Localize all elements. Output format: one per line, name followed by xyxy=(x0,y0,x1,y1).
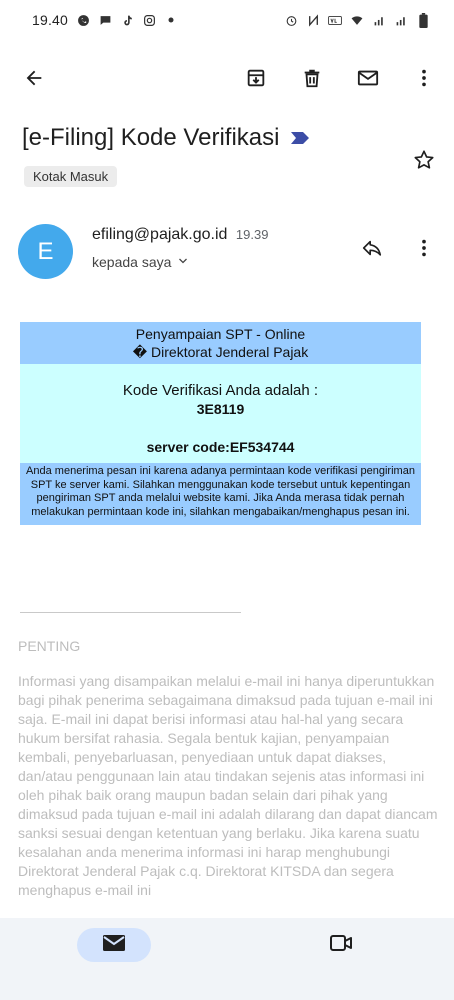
signal-icon xyxy=(394,13,408,27)
more-vert-icon[interactable] xyxy=(406,60,442,96)
trash-icon[interactable] xyxy=(294,60,330,96)
mail-icon[interactable] xyxy=(350,60,386,96)
top-app-bar xyxy=(0,48,454,108)
sent-time: 19.39 xyxy=(235,227,269,242)
divider xyxy=(20,612,241,613)
status-bar: 19.40 xyxy=(0,0,454,40)
body-header: Penyampaian SPT - Online � Direktorat Je… xyxy=(20,322,421,364)
server-code: server code:EF534744 xyxy=(146,439,295,455)
body-note: Anda menerima pesan ini karena adanya pe… xyxy=(20,463,421,525)
reply-icon[interactable] xyxy=(354,230,390,266)
bottom-nav xyxy=(0,918,454,1000)
dot-icon xyxy=(164,13,178,27)
disclaimer-text: Informasi yang disampaikan melalui e-mai… xyxy=(18,673,438,898)
body-header-line1: Penyampaian SPT - Online xyxy=(135,326,306,342)
mail-icon xyxy=(102,933,126,958)
nav-meet[interactable] xyxy=(304,928,378,962)
verification-code: 3E8119 xyxy=(196,401,245,417)
status-time: 19.40 xyxy=(32,12,69,28)
important-marker-icon[interactable] xyxy=(289,124,311,152)
archive-icon[interactable] xyxy=(238,60,274,96)
status-left: 19.40 xyxy=(32,12,178,28)
body-main: Kode Verifikasi Anda adalah : 3E8119 ser… xyxy=(20,364,421,463)
email-subject: [e-Filing] Kode Verifikasi xyxy=(22,124,311,152)
video-camera-icon xyxy=(329,933,353,958)
nfc-icon xyxy=(306,13,320,27)
alarm-icon xyxy=(284,13,298,27)
recipient-toggle[interactable]: kepada saya xyxy=(92,254,189,270)
star-icon[interactable] xyxy=(406,142,442,178)
verification-text: Kode Verifikasi Anda adalah : xyxy=(122,382,319,399)
toolbar-actions xyxy=(238,60,442,96)
avatar[interactable]: E xyxy=(18,224,73,279)
status-right xyxy=(284,12,430,28)
sender-actions xyxy=(354,230,442,266)
wifi-icon xyxy=(350,13,364,27)
recipient-label: kepada saya xyxy=(92,254,172,270)
more-vert-icon[interactable] xyxy=(406,230,442,266)
email-body-box: Penyampaian SPT - Online � Direktorat Je… xyxy=(20,322,421,525)
battery-icon xyxy=(416,12,430,28)
tiktok-icon xyxy=(120,13,134,27)
sender-line: efiling@pajak.go.id 19.39 xyxy=(92,226,268,244)
arrow-back-icon[interactable] xyxy=(16,60,52,96)
sender-email[interactable]: efiling@pajak.go.id xyxy=(92,226,227,243)
whatsapp-icon xyxy=(76,13,90,27)
signal-icon xyxy=(372,13,386,27)
penting-title: PENTING xyxy=(18,638,81,654)
body-header-line2: � Direktorat Jenderal Pajak xyxy=(132,344,309,360)
subject-text: [e-Filing] Kode Verifikasi xyxy=(22,124,280,151)
nav-mail[interactable] xyxy=(76,928,151,962)
chevron-down-icon xyxy=(177,254,189,270)
volte-icon xyxy=(328,13,342,27)
chat-bubble-icon xyxy=(98,13,112,27)
sender-row: E efiling@pajak.go.id 19.39 kepada saya xyxy=(18,222,442,282)
label-chip-inbox[interactable]: Kotak Masuk xyxy=(24,166,118,187)
instagram-icon xyxy=(142,13,156,27)
